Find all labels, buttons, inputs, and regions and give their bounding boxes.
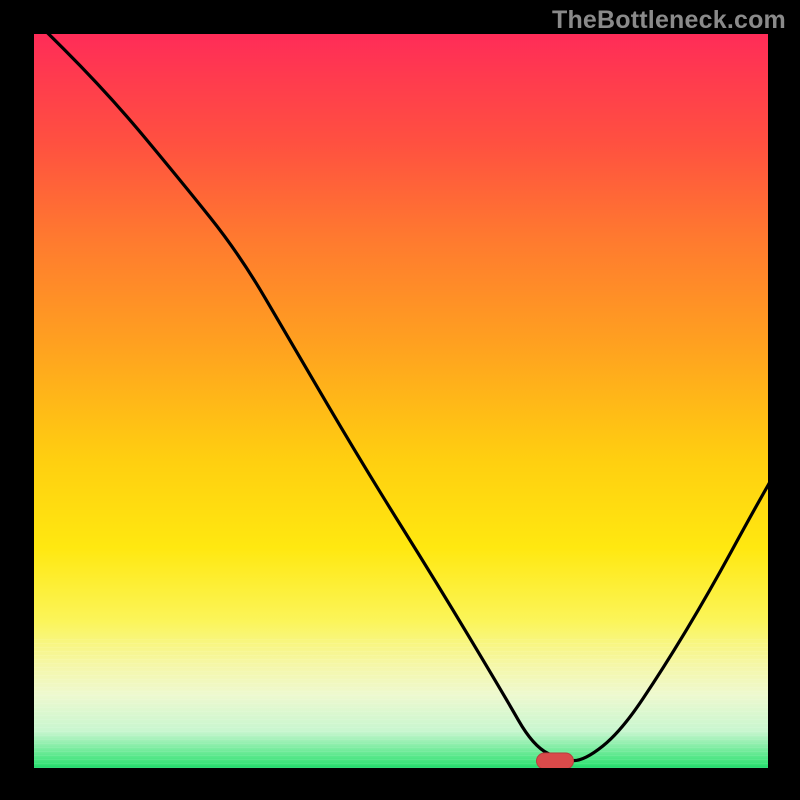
- chart-frame: TheBottleneck.com: [0, 0, 800, 800]
- watermark-label: TheBottleneck.com: [552, 6, 786, 35]
- plot-area: [34, 34, 768, 768]
- heat-gradient-background: [34, 34, 768, 768]
- optimal-point-marker: [536, 752, 574, 768]
